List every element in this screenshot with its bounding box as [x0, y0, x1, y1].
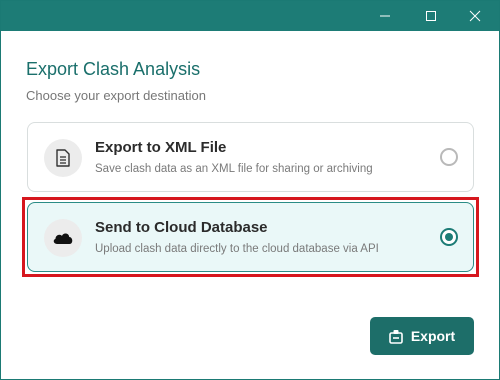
export-dialog-window: Export Clash Analysis Choose your export… [0, 0, 500, 380]
cloud-icon [44, 219, 82, 257]
option-description: Save clash data as an XML file for shari… [95, 163, 373, 175]
maximize-button[interactable] [409, 1, 453, 31]
minimize-icon [380, 15, 390, 17]
dialog-subheading: Choose your export destination [26, 88, 206, 103]
xml-radio-button[interactable] [440, 148, 458, 166]
option-export-xml[interactable]: Export to XML File Save clash data as an… [27, 122, 474, 192]
dialog-heading: Export Clash Analysis [26, 59, 201, 79]
maximize-icon [426, 11, 436, 21]
option-title: Export to XML File [95, 139, 227, 156]
export-icon [389, 329, 403, 344]
option-title: Send to Cloud Database [95, 219, 268, 236]
export-button[interactable]: Export [370, 317, 474, 355]
minimize-button[interactable] [363, 1, 407, 31]
option-cloud-database[interactable]: Send to Cloud Database Upload clash data… [27, 202, 474, 272]
close-icon [469, 10, 481, 22]
document-icon [44, 139, 82, 177]
option-description: Upload clash data directly to the cloud … [95, 243, 379, 255]
cloud-radio-button[interactable] [440, 228, 458, 246]
close-button[interactable] [453, 1, 497, 31]
export-button-label: Export [410, 328, 456, 344]
title-bar [1, 1, 499, 31]
